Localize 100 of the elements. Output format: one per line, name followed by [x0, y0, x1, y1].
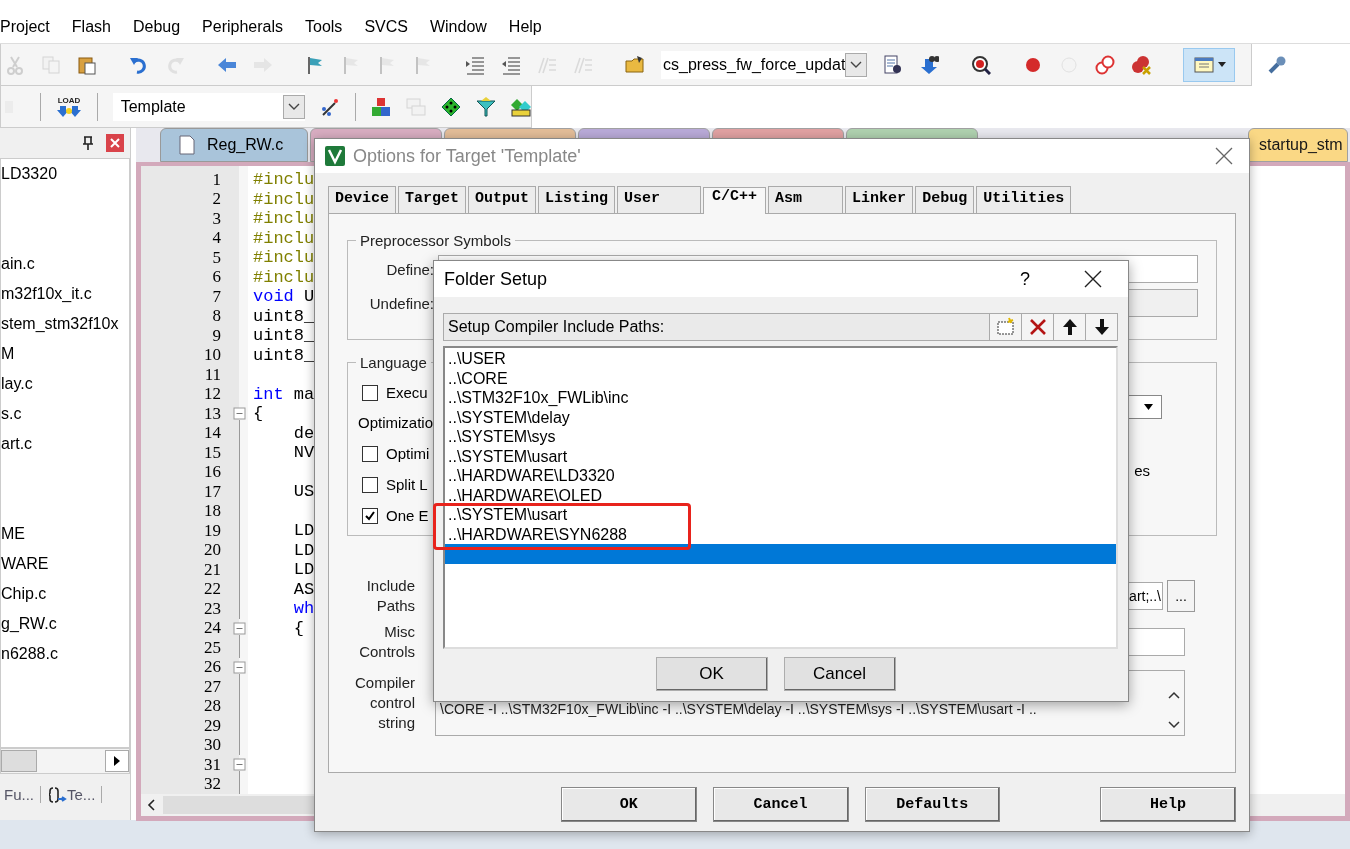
diamond-icon[interactable] — [441, 96, 461, 117]
dropdown-arrow-icon[interactable] — [1144, 404, 1153, 410]
wand-icon[interactable] — [320, 96, 341, 117]
dialog-tab[interactable]: Target — [398, 186, 467, 213]
target-combo[interactable]: Template — [112, 92, 306, 121]
path-item[interactable]: ..\SYSTEM\usart — [445, 446, 1116, 466]
code-line: uint8_ — [253, 345, 315, 365]
menu-item[interactable]: Debug — [132, 17, 181, 36]
dialog-button[interactable]: Help — [1100, 787, 1236, 822]
checkbox[interactable] — [362, 476, 378, 493]
menu-item[interactable]: Flash — [71, 17, 111, 36]
code-line: LD — [292, 540, 315, 560]
menu-item[interactable]: SVCS — [364, 17, 408, 36]
code-line: #inclu — [253, 267, 315, 287]
scroll-up-icon[interactable] — [1168, 691, 1180, 699]
circles-icon[interactable] — [1095, 54, 1116, 75]
target-combo[interactable]: cs_press_fw_force_updat — [661, 50, 868, 79]
menu-item[interactable]: Tools — [305, 17, 343, 36]
file-tab[interactable]: startup_stm — [1248, 128, 1348, 162]
line-number: 1 — [211, 169, 221, 190]
line-number: 3 — [211, 208, 221, 229]
breakpoint-remove-icon[interactable] — [1131, 54, 1152, 75]
field-label: Include Paths — [365, 576, 415, 616]
path-item[interactable]: ..\SYSTEM\delay — [445, 407, 1116, 427]
delete-icon[interactable] — [1027, 317, 1048, 337]
tree-item[interactable]: g_RW.c — [1, 615, 129, 645]
binoculars-icon[interactable] — [919, 54, 940, 75]
menu-item[interactable]: Peripherals — [202, 17, 283, 36]
browse-button[interactable]: ... — [1167, 580, 1195, 612]
menu-item[interactable]: Window — [429, 17, 487, 36]
path-item[interactable]: ..\HARDWARE\SYN6288 — [445, 524, 1116, 544]
funnel-icon[interactable] — [476, 96, 496, 117]
tree-item[interactable]: ain.c — [1, 255, 129, 285]
tree-item[interactable]: lay.c — [1, 375, 129, 405]
tree-item[interactable]: WARE — [1, 555, 129, 585]
checkbox[interactable] — [362, 507, 378, 524]
scroll-right-icon[interactable] — [105, 750, 129, 772]
clipboard-icon[interactable] — [77, 54, 97, 75]
folder-icon[interactable] — [625, 54, 645, 75]
document-search-icon[interactable] — [883, 54, 904, 75]
menu-item[interactable]: Project — [0, 17, 50, 36]
tree-item[interactable]: n6288.c — [1, 645, 129, 675]
checkbox[interactable] — [362, 384, 378, 401]
code-line: { — [292, 618, 304, 638]
panel-tab[interactable]: Te... — [49, 786, 103, 803]
path-item[interactable]: ..\USER — [445, 349, 1116, 369]
diamonds-icon[interactable] — [511, 96, 531, 117]
fold-icon[interactable] — [232, 755, 246, 775]
dialog-tab[interactable]: User — [617, 186, 702, 213]
up-arrow-icon[interactable] — [1061, 317, 1078, 337]
checkbox[interactable] — [362, 445, 378, 462]
blocks-icon[interactable] — [371, 96, 391, 117]
dialog-button[interactable]: OK — [655, 657, 768, 691]
path-item[interactable]: ..\SYSTEM\sys — [445, 427, 1116, 447]
tree-item[interactable]: s.c — [1, 405, 129, 435]
code-line: wh — [292, 599, 315, 619]
dialog-button[interactable]: OK — [561, 787, 697, 822]
path-item[interactable]: ..\SYSTEM\usart — [445, 505, 1116, 525]
tree-item[interactable]: art.c — [1, 435, 129, 465]
menu-item[interactable]: Help — [508, 17, 542, 36]
file-tab[interactable]: Reg_RW.c — [160, 128, 308, 162]
dialog-button[interactable]: Cancel — [712, 787, 849, 822]
close-icon[interactable] — [1084, 270, 1102, 288]
dialog-tab[interactable]: Output — [468, 186, 537, 213]
dialog-tab[interactable]: Debug — [915, 186, 975, 213]
dialog-tab[interactable]: Device — [328, 186, 396, 213]
new-folder-icon[interactable] — [995, 317, 1016, 337]
tree-item[interactable]: LD3320 — [1, 165, 129, 195]
dialog-tab[interactable]: Listing — [538, 186, 616, 213]
dialog-tab[interactable]: Asm — [768, 186, 844, 213]
scroll-down-icon[interactable] — [1168, 721, 1180, 729]
indent-icon[interactable] — [465, 54, 485, 75]
scroll-thumb[interactable] — [1, 750, 37, 772]
dialog-tab[interactable]: C/C++ — [703, 187, 767, 214]
dialog-tab[interactable]: Utilities — [976, 186, 1072, 213]
tree-item[interactable]: ME — [1, 525, 129, 555]
scroll-left-icon[interactable] — [147, 799, 155, 811]
down-arrow-icon[interactable] — [1093, 317, 1110, 337]
tree-item[interactable]: Chip.c — [1, 585, 129, 615]
wrench-icon[interactable] — [1267, 54, 1288, 75]
code-line: US — [292, 482, 315, 502]
tree-item[interactable]: stem_stm32f10x — [1, 315, 129, 345]
help-button[interactable]: ? — [1020, 268, 1030, 290]
dialog-tab[interactable]: Linker — [845, 186, 914, 213]
outdent-icon[interactable] — [501, 54, 521, 75]
fold-icon[interactable] — [232, 404, 246, 424]
layout-button[interactable] — [1183, 47, 1236, 82]
path-item[interactable]: ..\HARDWARE\OLED — [445, 485, 1116, 505]
path-item[interactable]: ..\HARDWARE\LD3320 — [445, 466, 1116, 486]
dialog-button[interactable]: Defaults — [864, 787, 1001, 822]
path-item[interactable]: ..\CORE — [445, 368, 1116, 388]
panel-tab[interactable]: Fu... — [4, 786, 41, 803]
tree-item[interactable]: M — [1, 345, 129, 375]
tree-item[interactable]: m32f10x_it.c — [1, 285, 129, 315]
dialog-button[interactable]: Cancel — [783, 657, 896, 691]
path-item[interactable]: ..\STM32F10x_FWLib\inc — [445, 388, 1116, 408]
pin-icon[interactable] — [82, 136, 94, 150]
magnifier-icon[interactable] — [971, 54, 992, 75]
line-number: 9 — [211, 325, 221, 346]
window-layout-icon[interactable] — [1194, 54, 1215, 75]
